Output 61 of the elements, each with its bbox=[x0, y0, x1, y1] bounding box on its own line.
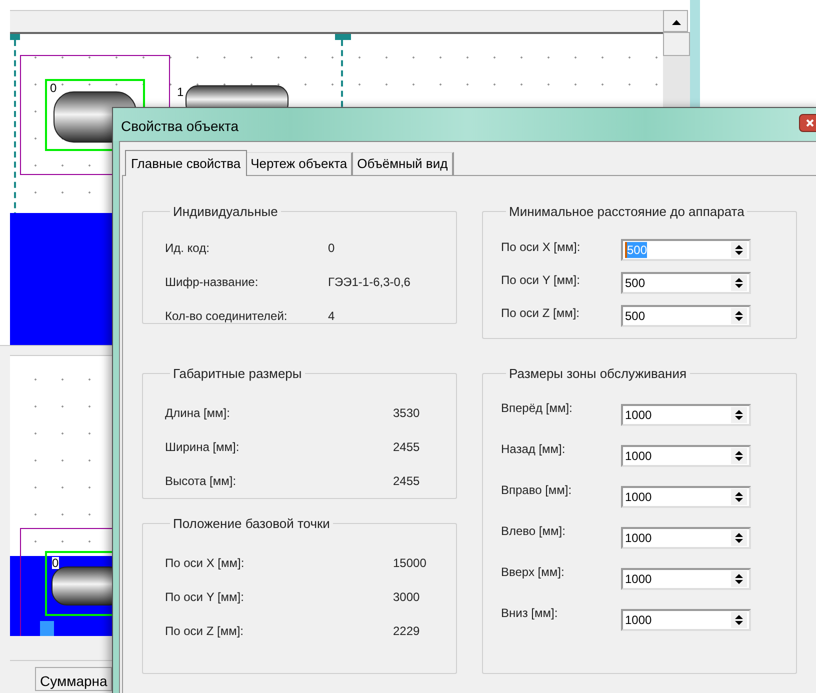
spin-field[interactable]: 500 bbox=[621, 304, 751, 326]
field-label: Влево [мм]: bbox=[501, 522, 566, 538]
field-label: Вперёд [мм]: bbox=[501, 400, 574, 416]
field-label: По оси X [мм]: bbox=[165, 554, 246, 572]
group-title: Минимальное расстояние до аппарата bbox=[508, 203, 746, 221]
spin-field[interactable]: 1000 bbox=[621, 486, 751, 508]
tab[interactable]: Объёмный вид bbox=[353, 152, 454, 175]
group-title: Индивидуальные bbox=[172, 203, 279, 221]
field-label: Высота [мм]: bbox=[165, 472, 238, 490]
close-icon bbox=[805, 118, 815, 128]
field-label: По оси Y [мм]: bbox=[165, 588, 245, 606]
status-bar-cell: Суммарна bbox=[35, 667, 112, 691]
field-value: 2229 bbox=[393, 622, 421, 640]
field-label: Шифр-название: bbox=[165, 274, 260, 290]
field-value: 500 bbox=[625, 274, 646, 290]
field-label: Вправо [мм]: bbox=[501, 482, 573, 498]
window-title: Свойства объекта bbox=[121, 117, 239, 136]
field-value: 15000 bbox=[393, 554, 428, 572]
field-label: По оси Z [мм]: bbox=[165, 622, 245, 640]
field-value: 4 bbox=[328, 308, 336, 324]
close-button[interactable] bbox=[799, 114, 816, 132]
field-value: 1000 bbox=[625, 488, 652, 504]
spin-field[interactable]: 1000 bbox=[621, 608, 751, 630]
field-label: По оси Z [мм]: bbox=[501, 304, 581, 320]
field-label: Вверх [мм]: bbox=[501, 564, 566, 580]
field-value: 1000 bbox=[625, 448, 652, 464]
group-title: Положение базовой точки bbox=[172, 515, 331, 533]
spin-field[interactable]: 1000 bbox=[621, 526, 751, 548]
field-value: 1000 bbox=[625, 530, 652, 546]
tab[interactable]: Главные свойства bbox=[125, 150, 247, 176]
field-value: 500 bbox=[625, 242, 648, 258]
field-label: Ид. код: bbox=[165, 240, 210, 256]
group-title: Размеры зоны обслуживания bbox=[508, 365, 688, 383]
tab[interactable]: Чертеж объекта bbox=[246, 152, 354, 175]
scroll-thumb[interactable] bbox=[663, 32, 690, 56]
field-label: Вниз [мм]: bbox=[501, 604, 559, 620]
field-value: 1000 bbox=[625, 612, 652, 628]
tank-label: 0 bbox=[50, 82, 57, 94]
field-value: 1000 bbox=[625, 570, 652, 586]
tank-label: 0 bbox=[52, 557, 59, 569]
field-value: 3530 bbox=[393, 404, 421, 422]
field-value: 500 bbox=[625, 308, 646, 324]
spin-field[interactable]: 1000 bbox=[621, 404, 751, 426]
field-label: По оси Y [мм]: bbox=[501, 272, 581, 288]
field-label: Длина [мм]: bbox=[165, 404, 231, 422]
tank-label: 1 bbox=[177, 86, 184, 98]
field-value: 2455 bbox=[393, 438, 421, 456]
spin-field[interactable]: 1000 bbox=[621, 568, 751, 590]
group-title: Габаритные размеры bbox=[172, 365, 303, 383]
field-value: 3000 bbox=[393, 588, 421, 606]
field-label: Кол-во соединителей: bbox=[165, 308, 288, 324]
field-label: Назад [мм]: bbox=[501, 440, 566, 456]
scroll-up-icon[interactable] bbox=[663, 10, 688, 32]
field-label: По оси X [мм]: bbox=[501, 238, 582, 254]
field-value: 0 bbox=[328, 240, 336, 256]
spin-field[interactable]: 500 bbox=[621, 272, 751, 294]
field-value: 1000 bbox=[625, 406, 652, 422]
field-value: ГЭЭ1-1-6,3-0,6 bbox=[328, 274, 412, 290]
field-value: 2455 bbox=[393, 472, 421, 490]
field-label: Ширина [мм]: bbox=[165, 438, 240, 456]
spin-field[interactable]: 1000 bbox=[621, 444, 751, 466]
